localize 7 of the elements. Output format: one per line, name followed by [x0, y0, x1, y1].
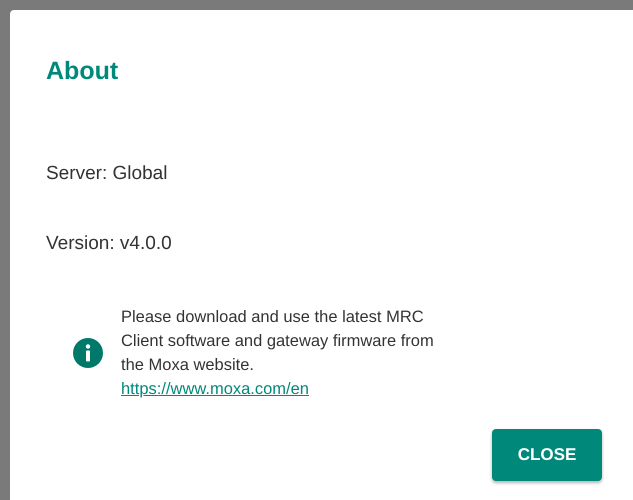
- info-icon: [71, 336, 105, 370]
- info-line: Server: Global: [46, 162, 168, 186]
- info-line: Version: v4.0.0: [46, 232, 173, 256]
- dialog-title: About: [46, 56, 120, 86]
- notice-text: Please download and use the latest MRC Client software and gateway firmware from the Moxa website. https://www.moxa.com/en: [121, 307, 435, 400]
- close-button[interactable]: CLOSE: [492, 429, 602, 481]
- website-link[interactable]: https://www.moxa.com/en: [121, 380, 309, 398]
